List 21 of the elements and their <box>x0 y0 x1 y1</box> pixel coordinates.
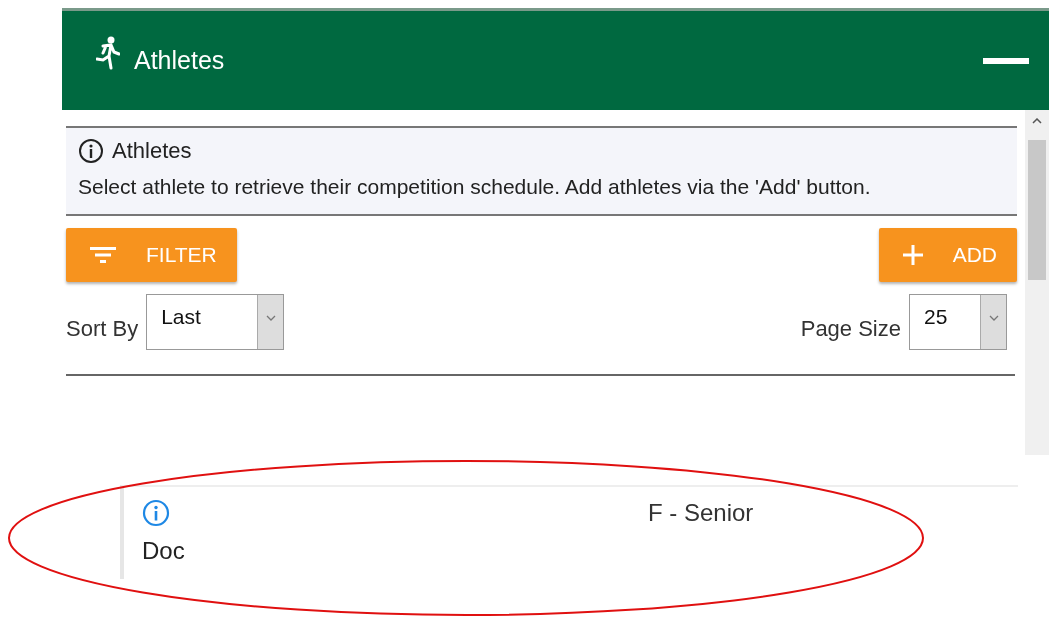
info-icon <box>142 499 170 527</box>
athlete-card[interactable]: F - Senior Doc <box>120 485 1018 579</box>
minimize-button[interactable] <box>983 57 1029 64</box>
info-icon <box>78 138 104 164</box>
sort-select[interactable]: Last <box>146 294 285 350</box>
info-text: Select athlete to retrieve their competition schedule. Add athletes via the 'Add' button. <box>78 174 872 200</box>
filter-icon <box>90 247 116 263</box>
scroll-thumb[interactable] <box>1028 140 1046 280</box>
scrollbar[interactable] <box>1025 110 1049 455</box>
plus-icon <box>902 245 923 265</box>
chevron-icon <box>988 315 999 321</box>
page-size-select[interactable]: 25 <box>909 294 1007 350</box>
page-size-label: Page Size <box>800 316 901 342</box>
scroll-up-icon <box>1032 118 1042 124</box>
athlete-category: F - Senior <box>648 499 754 527</box>
info-title: Athletes <box>112 138 192 164</box>
panel-title: Athletes <box>134 46 225 75</box>
athlete-name: Doc <box>142 537 186 565</box>
chevron-icon <box>265 315 276 321</box>
runner-icon <box>96 35 120 72</box>
sort-label: Sort By <box>66 316 139 342</box>
